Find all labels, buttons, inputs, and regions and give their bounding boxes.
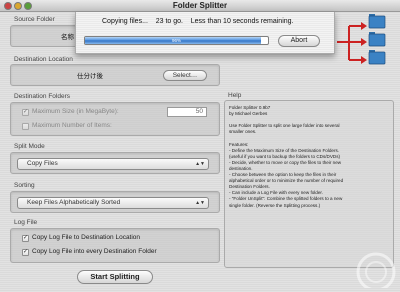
folder-icon-3 xyxy=(368,50,386,65)
remaining-count: 23 xyxy=(155,18,164,25)
folder-icon-1 xyxy=(368,14,386,29)
arrow-head-top xyxy=(361,22,367,30)
destination-path: 仕分け後 xyxy=(77,73,103,80)
progress-percent: 96% xyxy=(171,38,181,43)
start-splitting-button[interactable]: Start Splitting xyxy=(77,270,153,284)
status-prefix: Copying files... xyxy=(102,18,148,25)
select-destination-button[interactable]: Select… xyxy=(163,70,207,81)
abort-button[interactable]: Abort xyxy=(278,35,320,47)
sorting-value: Keep Files Alphabetically Sorted xyxy=(27,199,121,206)
source-folder-path: 名称 xyxy=(61,34,74,41)
max-size-checkbox[interactable]: ✓ xyxy=(22,109,29,116)
help-line: single folder. (Reverse the Splitting pr… xyxy=(229,202,321,208)
split-mode-select[interactable]: Copy Files ▲▼ xyxy=(17,158,209,170)
to-go-text: to go. xyxy=(165,18,183,25)
time-remaining: Less than 10 seconds remaining. xyxy=(190,18,294,25)
log-every-folder-checkbox[interactable]: ✓ xyxy=(22,249,29,256)
popup-arrows-icon: ▲▼ xyxy=(195,161,205,167)
folder-icon-2 xyxy=(368,32,386,47)
arrow-head-middle xyxy=(361,38,367,46)
destination-location-box: 仕分け後 Select… xyxy=(10,64,220,86)
split-illustration xyxy=(337,14,386,65)
log-to-destination-checkbox[interactable]: ✓ xyxy=(22,235,29,242)
split-mode-box: Copy Files ▲▼ xyxy=(10,152,220,174)
sorting-box: Keep Files Alphabetically Sorted ▲▼ xyxy=(10,191,220,213)
max-size-input[interactable]: 50 xyxy=(167,107,207,117)
progress-sheet: Copying files... 23 to go. Less than 10 … xyxy=(75,12,335,54)
max-items-checkbox[interactable] xyxy=(22,123,29,130)
sorting-label: Sorting xyxy=(14,182,35,189)
split-mode-value: Copy Files xyxy=(27,160,58,167)
title-bar[interactable]: Folder Splitter xyxy=(0,0,400,12)
log-to-destination-label: Copy Log File to Destination Location xyxy=(32,234,141,241)
destination-folders-box: ✓ Maximum Size (in MegaByte): 50 Maximum… xyxy=(10,102,220,136)
help-text-box: Folder Splitter 0.9b7 by Michael Gerbes … xyxy=(224,100,394,268)
progress-bar: 96% xyxy=(84,36,269,45)
help-label: Help xyxy=(228,92,242,99)
destination-folders-label: Destination Folders xyxy=(14,93,70,100)
destination-location-label: Destination Location xyxy=(14,56,73,63)
watermark-logo xyxy=(356,252,396,288)
sorting-select[interactable]: Keep Files Alphabetically Sorted ▲▼ xyxy=(17,197,209,209)
max-items-label: Maximum Number of Items: xyxy=(32,122,112,129)
app-window: Folder Splitter Source Folder 名称 Destina… xyxy=(0,0,400,292)
progress-status: Copying files... 23 to go. Less than 10 … xyxy=(102,18,293,25)
max-size-label: Maximum Size (in MegaByte): xyxy=(32,108,119,115)
log-file-box: ✓ Copy Log File to Destination Location … xyxy=(10,228,220,263)
popup-arrows-icon: ▲▼ xyxy=(195,200,205,206)
arrow-head-bottom xyxy=(361,56,367,64)
log-file-label: Log File xyxy=(14,219,38,226)
source-folder-label: Source Folder xyxy=(14,16,55,23)
window-title: Folder Splitter xyxy=(172,1,228,10)
split-mode-label: Split Mode xyxy=(14,143,45,150)
split-arrow-icon xyxy=(337,25,361,61)
log-every-folder-label: Copy Log File into every Destination Fol… xyxy=(32,248,157,255)
